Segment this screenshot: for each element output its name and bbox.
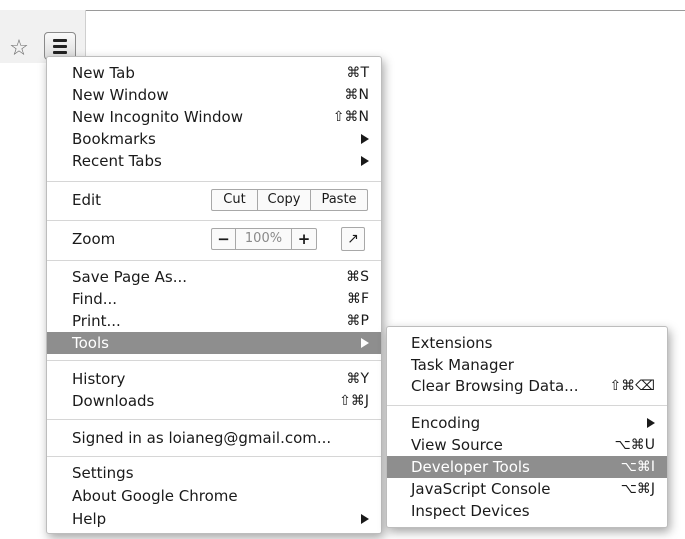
- menu-separator: [387, 405, 667, 406]
- submenu-arrow-icon: [361, 156, 369, 166]
- menu-item-find[interactable]: Find... ⌘F: [47, 288, 381, 310]
- fullscreen-icon[interactable]: ↗: [341, 227, 365, 251]
- zoom-level: 100%: [236, 229, 292, 249]
- submenu-item-clear-browsing-data[interactable]: Clear Browsing Data... ⇧⌘⌫: [387, 375, 667, 397]
- menu-item-about-google-chrome[interactable]: About Google Chrome: [47, 485, 381, 507]
- menu-separator: [47, 419, 381, 420]
- tools-submenu: Extensions Task Manager Clear Browsing D…: [386, 326, 668, 528]
- star-icon[interactable]: ☆: [5, 35, 33, 63]
- menu-row-edit: Edit Cut Copy Paste: [47, 189, 381, 211]
- hamburger-menu-icon: [53, 39, 67, 42]
- menu-item-print[interactable]: Print... ⌘P: [47, 310, 381, 332]
- menu-item-signed-in[interactable]: Signed in as loianeg@gmail.com...: [47, 427, 381, 449]
- menu-item-history[interactable]: History ⌘Y: [47, 368, 381, 390]
- submenu-arrow-icon: [361, 134, 369, 144]
- zoom-in-button[interactable]: +: [292, 229, 316, 249]
- zoom-out-button[interactable]: −: [212, 229, 236, 249]
- menu-item-bookmarks[interactable]: Bookmarks: [47, 128, 381, 150]
- menu-item-downloads[interactable]: Downloads ⇧⌘J: [47, 390, 381, 412]
- submenu-arrow-icon: [361, 338, 369, 348]
- menu-separator: [47, 181, 381, 182]
- submenu-item-task-manager[interactable]: Task Manager: [387, 354, 667, 376]
- menu-separator: [47, 360, 381, 361]
- submenu-item-view-source[interactable]: View Source ⌥⌘U: [387, 434, 667, 456]
- menu-item-new-tab[interactable]: New Tab ⌘T: [47, 62, 381, 84]
- menu-item-save-page-as[interactable]: Save Page As... ⌘S: [47, 266, 381, 288]
- menu-separator: [47, 260, 381, 261]
- menu-item-new-incognito-window[interactable]: New Incognito Window ⇧⌘N: [47, 106, 381, 128]
- chrome-main-menu: New Tab ⌘T New Window ⌘N New Incognito W…: [46, 56, 382, 534]
- submenu-item-extensions[interactable]: Extensions: [387, 332, 667, 354]
- cut-button[interactable]: Cut: [212, 190, 258, 210]
- submenu-item-developer-tools[interactable]: Developer Tools ⌥⌘I: [387, 456, 667, 478]
- menu-item-recent-tabs[interactable]: Recent Tabs: [47, 150, 381, 172]
- submenu-arrow-icon: [361, 514, 369, 524]
- menu-item-tools[interactable]: Tools: [47, 332, 381, 354]
- menu-separator: [47, 456, 381, 457]
- menu-item-settings[interactable]: Settings: [47, 462, 381, 484]
- menu-row-zoom: Zoom − 100% + ↗: [47, 227, 381, 251]
- copy-button[interactable]: Copy: [258, 190, 311, 210]
- submenu-item-encoding[interactable]: Encoding: [387, 412, 667, 434]
- menu-item-new-window[interactable]: New Window ⌘N: [47, 84, 381, 106]
- submenu-item-inspect-devices[interactable]: Inspect Devices: [387, 500, 667, 522]
- paste-button[interactable]: Paste: [311, 190, 367, 210]
- submenu-arrow-icon: [647, 418, 655, 428]
- submenu-item-javascript-console[interactable]: JavaScript Console ⌥⌘J: [387, 478, 667, 500]
- zoom-control: − 100% +: [211, 228, 317, 250]
- edit-button-group: Cut Copy Paste: [211, 189, 368, 211]
- menu-separator: [47, 220, 381, 221]
- menu-item-help[interactable]: Help: [47, 508, 381, 530]
